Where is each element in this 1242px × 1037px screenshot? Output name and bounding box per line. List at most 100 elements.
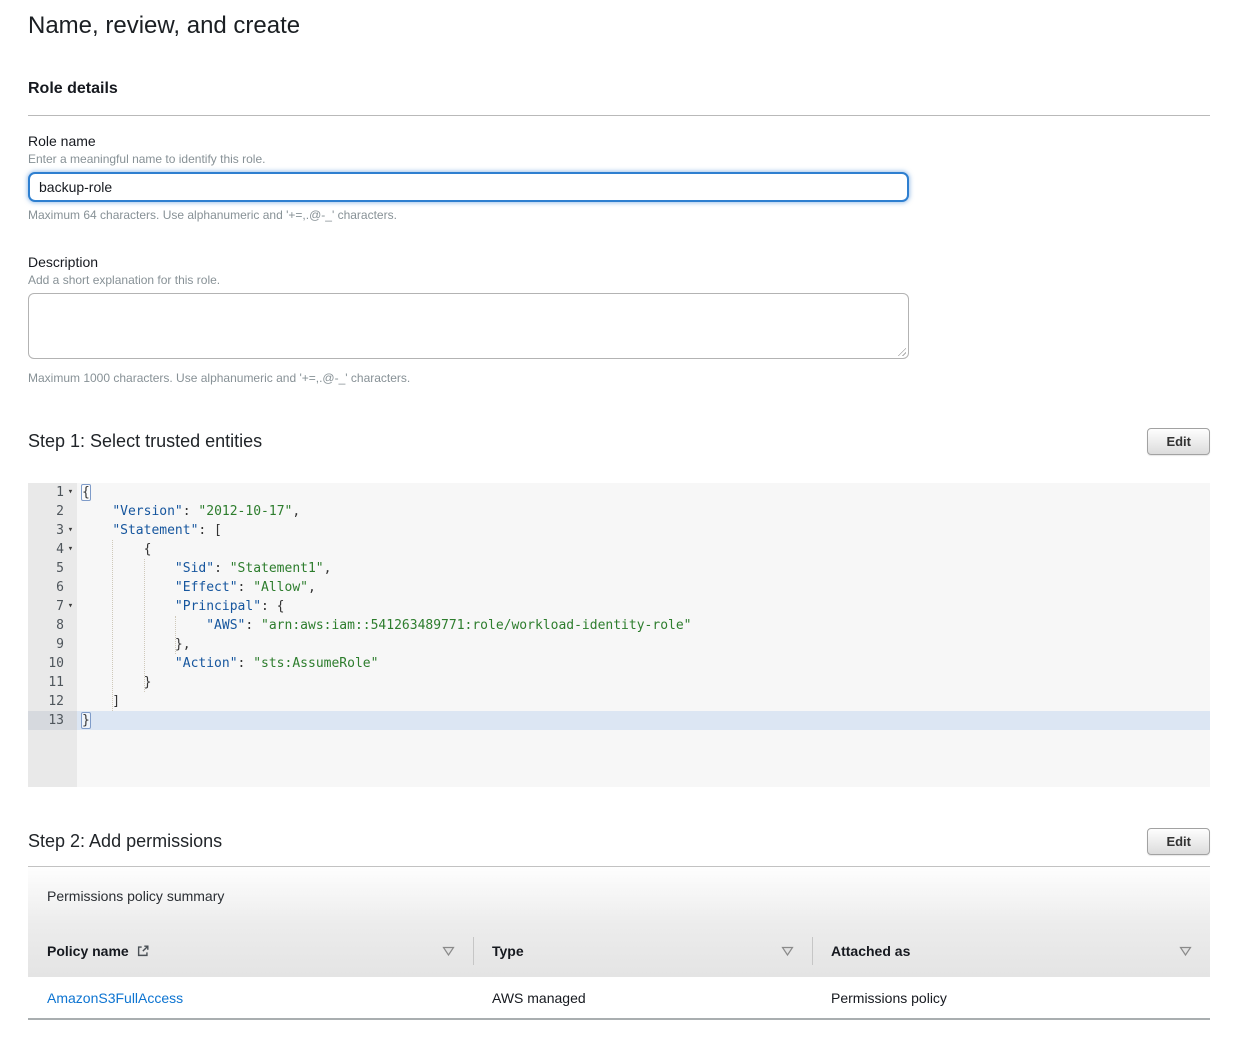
role-details-heading: Role details [28,79,1210,98]
description-textarea[interactable] [28,293,909,359]
trust-policy-editor[interactable]: 1▾23▾4▾567▾8910111213 { "Version": "2012… [28,483,1210,787]
code-token: "arn:aws:iam::541263489771:role/workload… [261,618,691,633]
policy-type-cell: AWS managed [473,990,812,1006]
code-token: ] [81,694,120,709]
permissions-summary-title: Permissions policy summary [47,888,224,904]
code-token: } [81,712,91,729]
divider [28,115,1210,116]
line-number: 1 [56,485,64,500]
code-token: "Sid" [175,561,214,576]
code-line[interactable]: "Action": "sts:AssumeRole" [77,654,1210,673]
step1-heading: Step 1: Select trusted entities [28,429,262,453]
code-token: : { [261,599,284,614]
editor-gutter-cell: 5 [28,559,77,578]
code-line[interactable]: ] [77,692,1210,711]
policy-name-cell: AmazonS3FullAccess [28,990,473,1006]
code-token: "Version" [112,504,182,519]
code-line[interactable]: { [77,483,1210,502]
line-number: 13 [48,713,64,728]
column-header-type[interactable]: Type [473,925,812,977]
code-token: : [245,618,261,633]
editor-gutter-cell: 13 [28,711,77,730]
line-number: 8 [56,618,64,633]
permissions-summary-panel: Permissions policy summary [28,866,1210,925]
line-number: 6 [56,580,64,595]
code-token: : [214,561,230,576]
role-name-constraint: Maximum 64 characters. Use alphanumeric … [28,208,1210,222]
column-label: Policy name [47,943,129,959]
fold-arrow-icon[interactable]: ▾ [64,597,77,616]
fold-arrow-icon[interactable]: ▾ [64,540,77,559]
external-link-icon [136,944,150,958]
table-row: AmazonS3FullAccess AWS managedPermissions… [28,977,1210,1018]
code-line[interactable]: "AWS": "arn:aws:iam::541263489771:role/w… [77,616,1210,635]
code-line[interactable]: "Statement": [ [77,521,1210,540]
table-bottom-border [28,1018,1210,1020]
code-token: "Principal" [175,599,261,614]
editor-gutter-cell: 12 [28,692,77,711]
filter-down-icon[interactable] [781,946,794,957]
code-token: "Allow" [253,580,308,595]
line-number: 3 [56,523,64,538]
filter-down-icon[interactable] [442,946,455,957]
code-token: } [81,675,151,690]
line-number: 11 [48,675,64,690]
editor-gutter-cell: 9 [28,635,77,654]
code-token: "Effect" [175,580,238,595]
code-token: , [308,580,316,595]
code-line[interactable]: "Effect": "Allow", [77,578,1210,597]
code-token: "AWS" [206,618,245,633]
column-header-policy-name[interactable]: Policy name [28,925,473,977]
code-token: }, [81,637,191,652]
code-line[interactable]: } [77,711,1210,730]
role-name-hint: Enter a meaningful name to identify this… [28,152,1210,166]
code-token [81,618,206,633]
code-token [81,561,175,576]
code-line[interactable]: { [77,540,1210,559]
code-token: : [ [198,523,221,538]
code-token: "2012-10-17" [198,504,292,519]
code-token [81,523,112,538]
editor-gutter-cell: 10 [28,654,77,673]
page-title: Name, review, and create [28,9,1210,42]
policy-attached-as-cell: Permissions policy [812,990,1210,1006]
code-token: : [183,504,199,519]
step2-edit-button[interactable]: Edit [1147,828,1210,855]
code-token: , [292,504,300,519]
code-line[interactable]: "Principal": { [77,597,1210,616]
filter-down-icon[interactable] [1179,946,1192,957]
editor-gutter-cell: 3▾ [28,521,77,540]
description-constraint: Maximum 1000 characters. Use alphanumeri… [28,371,1210,385]
code-token: "Action" [175,656,238,671]
code-token: "sts:AssumeRole" [253,656,378,671]
editor-gutter-cell: 4▾ [28,540,77,559]
column-label: Type [492,943,524,959]
code-line[interactable]: "Version": "2012-10-17", [77,502,1210,521]
policy-name-link[interactable]: AmazonS3FullAccess [47,990,183,1006]
permissions-policy-table: Policy name Type At [28,925,1210,1020]
code-token: "Statement" [112,523,198,538]
code-line[interactable]: } [77,673,1210,692]
step1-edit-button[interactable]: Edit [1147,428,1210,455]
code-token: : [238,656,254,671]
code-token [81,504,112,519]
fold-arrow-icon[interactable]: ▾ [64,521,77,540]
editor-gutter-cell: 1▾ [28,483,77,502]
code-line[interactable]: }, [77,635,1210,654]
code-token: "Statement1" [230,561,324,576]
column-header-attached-as[interactable]: Attached as [812,925,1210,977]
fold-arrow-icon[interactable]: ▾ [64,483,77,502]
editor-gutter-cell: 11 [28,673,77,692]
code-line[interactable]: "Sid": "Statement1", [77,559,1210,578]
editor-gutter: 1▾23▾4▾567▾8910111213 [28,483,77,787]
editor-gutter-cell: 7▾ [28,597,77,616]
line-number: 4 [56,542,64,557]
editor-content[interactable]: { "Version": "2012-10-17", "Statement": … [77,483,1210,787]
column-label: Attached as [831,943,910,959]
table-header-row: Policy name Type At [28,925,1210,977]
editor-gutter-cell: 6 [28,578,77,597]
role-name-input[interactable] [28,172,909,202]
line-number: 12 [48,694,64,709]
code-token: : [238,580,254,595]
description-hint: Add a short explanation for this role. [28,273,1210,287]
